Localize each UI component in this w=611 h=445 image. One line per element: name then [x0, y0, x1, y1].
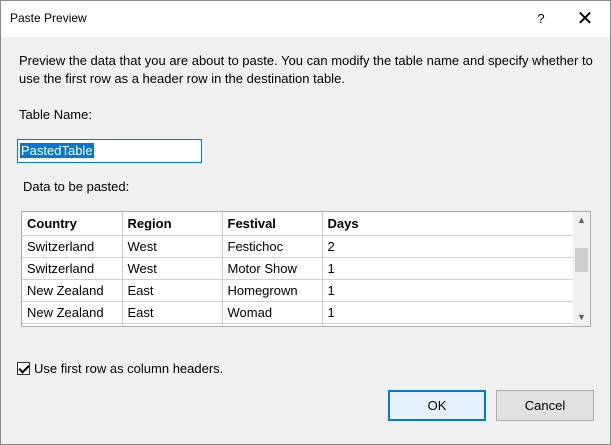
scroll-down-icon[interactable]: ▼: [573, 309, 590, 326]
table-cell: Festichoc: [222, 235, 323, 258]
table-cell: 2: [322, 235, 575, 258]
first-row-headers-checkbox[interactable]: [17, 362, 30, 376]
data-preview-grid[interactable]: Country Region Festival Days Switzerland…: [21, 211, 591, 327]
table-cell: Switzerland: [22, 257, 123, 280]
table-cell: 1: [322, 301, 575, 324]
scroll-up-icon[interactable]: ▲: [573, 212, 590, 229]
ok-button[interactable]: OK: [388, 390, 486, 421]
table-cell: West: [122, 257, 223, 280]
cancel-button[interactable]: Cancel: [496, 390, 594, 421]
table-cell: New Zealand: [22, 301, 123, 324]
table-cell: [222, 323, 323, 326]
help-icon[interactable]: ?: [523, 5, 559, 33]
table-cell: East: [122, 279, 223, 302]
paste-preview-dialog: Paste Preview ? ✕ Preview the data that …: [0, 0, 611, 445]
data-table: Country Region Festival Days Switzerland…: [22, 212, 575, 326]
table-cell: 1: [322, 257, 575, 280]
table-cell: 1: [322, 279, 575, 302]
table-name-label: Table Name:: [19, 107, 92, 122]
window-title: Paste Preview: [10, 11, 87, 25]
table-cell: Motor Show: [222, 257, 323, 280]
table-row: [22, 323, 575, 326]
title-bar: Paste Preview ? ✕: [1, 1, 610, 37]
close-icon[interactable]: ✕: [567, 5, 603, 33]
table-row: New Zealand East Womad 1: [22, 301, 575, 324]
table-name-value: PastedTable: [20, 143, 94, 158]
table-row: Switzerland West Motor Show 1: [22, 257, 575, 280]
column-header: Country: [22, 212, 123, 236]
first-row-headers-option[interactable]: Use first row as column headers.: [17, 360, 223, 376]
column-header: Region: [122, 212, 223, 236]
table-cell: [322, 323, 575, 326]
table-name-input[interactable]: PastedTable: [17, 139, 202, 163]
table-cell: [122, 323, 223, 326]
table-cell: East: [122, 301, 223, 324]
table-row: Switzerland West Festichoc 2: [22, 235, 575, 258]
table-cell: Switzerland: [22, 235, 123, 258]
table-cell: Womad: [222, 301, 323, 324]
table-cell: West: [122, 235, 223, 258]
table-row: New Zealand East Homegrown 1: [22, 279, 575, 302]
first-row-headers-label[interactable]: Use first row as column headers.: [34, 361, 223, 376]
data-to-paste-label: Data to be pasted:: [23, 179, 130, 194]
vertical-scrollbar[interactable]: ▲ ▼: [573, 212, 590, 326]
table-cell: Homegrown: [222, 279, 323, 302]
dialog-description: Preview the data that you are about to p…: [19, 53, 593, 86]
table-cell: [22, 323, 123, 326]
column-header: Days: [322, 212, 575, 236]
table-header-row: Country Region Festival Days: [22, 212, 575, 236]
table-cell: New Zealand: [22, 279, 123, 302]
column-header: Festival: [222, 212, 323, 236]
scroll-thumb[interactable]: [575, 248, 588, 272]
